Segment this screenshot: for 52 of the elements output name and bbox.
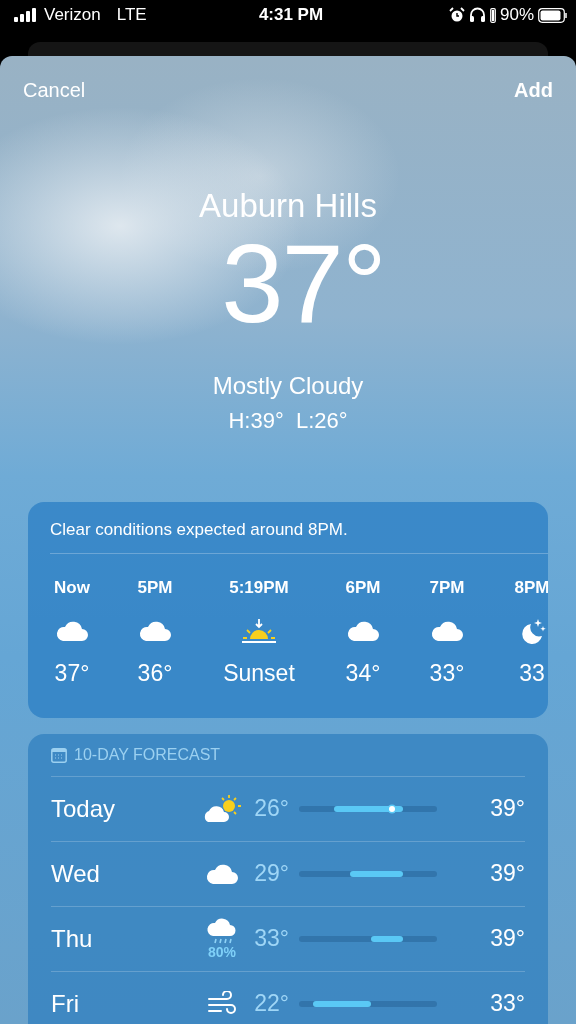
low-temperature: 33° — [254, 926, 289, 952]
cancel-button[interactable]: Cancel — [23, 79, 86, 102]
hour-label: 6PM — [345, 578, 381, 599]
high-temperature: 33° — [490, 991, 525, 1017]
high-low-text: H:39° L:26° — [228, 408, 348, 434]
day-label: Today — [51, 795, 117, 823]
cloud-icon — [430, 620, 464, 642]
partly-sunny-icon — [202, 794, 242, 824]
day-label: Wed — [51, 860, 101, 888]
hour-label: 5:19PM — [229, 578, 289, 599]
low-temperature: 29° — [254, 861, 289, 887]
hour-label: Now — [54, 578, 90, 599]
battery-small-icon — [489, 7, 496, 23]
battery-icon — [538, 7, 568, 23]
rain-cloud-icon — [206, 917, 238, 946]
cloud-icon — [346, 620, 380, 642]
cloud-icon — [138, 620, 172, 642]
carrier-name: Verizon — [44, 5, 101, 25]
condition-text: Mostly Cloudy — [212, 372, 364, 400]
hour-temperature: 37° — [54, 660, 90, 687]
hour-temperature: 34° — [345, 660, 381, 687]
add-button[interactable]: Add — [514, 79, 553, 102]
hour-temperature: 33° — [429, 660, 465, 687]
status-time: 4:31 PM — [258, 5, 324, 24]
alarm-icon — [448, 7, 465, 23]
hour-label: 8PM — [514, 578, 548, 599]
hour-temperature: 33 — [519, 660, 545, 687]
hour-temperature: 36° — [137, 660, 173, 687]
cloud-icon — [205, 863, 239, 885]
low-temperature: 26° — [254, 796, 289, 822]
sunset-icon — [241, 618, 277, 644]
forecast-summary: Clear conditions expected around 8PM. — [50, 502, 548, 554]
calendar-icon — [51, 747, 67, 763]
day-label: Fri — [51, 990, 80, 1018]
battery-percent: 90% — [499, 5, 534, 25]
high-temperature: 39° — [490, 796, 525, 822]
current-temperature: 37° — [221, 225, 385, 343]
city-name: Auburn Hills — [199, 187, 377, 225]
cloud-icon — [55, 620, 89, 642]
section-title: 10-DAY FORECAST — [74, 746, 221, 764]
hour-label: 5PM — [137, 578, 173, 599]
day-label: Thu — [51, 925, 94, 953]
high-temperature: 39° — [490, 861, 525, 887]
network-type: LTE — [116, 5, 147, 25]
precipitation-chance: 80% — [208, 945, 236, 961]
low-temperature: 22° — [254, 991, 289, 1017]
headphones-icon — [468, 7, 486, 23]
signal-icon — [14, 8, 38, 22]
wind-icon — [207, 991, 237, 1017]
hour-label: 7PM — [429, 578, 465, 599]
high-temperature: 39° — [490, 926, 525, 952]
sunset-label: Sunset — [223, 660, 295, 687]
